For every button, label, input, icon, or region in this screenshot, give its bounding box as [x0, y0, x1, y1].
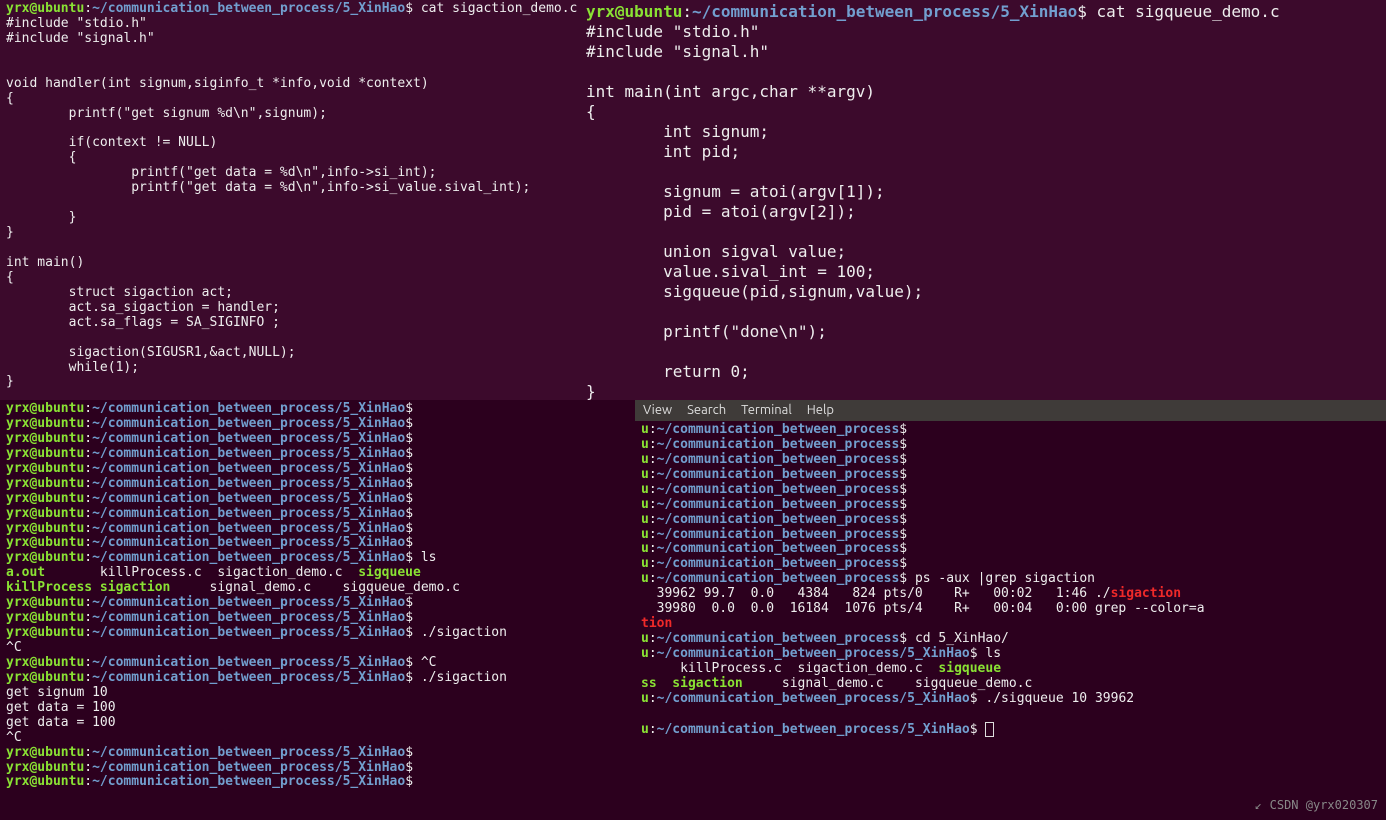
watermark-text: CSDN @yrx020307 — [1270, 798, 1378, 812]
menu-terminal[interactable]: Terminal — [741, 403, 792, 417]
terminal-pane-run-sigaction[interactable]: yrx@ubuntu:~/communication_between_proce… — [0, 400, 635, 820]
command-cat-sigaction: cat sigaction_demo.c — [421, 1, 578, 16]
command-cat-sigqueue: cat sigqueue_demo.c — [1097, 2, 1280, 21]
terminal-menubar[interactable]: View Search Terminal Help — [635, 400, 1386, 421]
prompt-user: yrx@ubuntu — [586, 2, 682, 21]
prompt-path: ~/communication_between_process/5_XinHao — [692, 2, 1077, 21]
terminal-content: yrx@ubuntu:~/communication_between_proce… — [580, 0, 1386, 400]
prompt-path: ~/communication_between_process/5_XinHao — [92, 1, 405, 16]
menu-view[interactable]: View — [643, 403, 672, 417]
menu-help[interactable]: Help — [807, 403, 834, 417]
terminal-content: u:~/communication_between_process$ u:~/c… — [635, 421, 1386, 740]
watermark: ↙ CSDN @yrx020307 — [1255, 799, 1378, 814]
terminal-content: yrx@ubuntu:~/communication_between_proce… — [0, 0, 580, 392]
terminal-pane-run-sigqueue[interactable]: View Search Terminal Help u:~/communicat… — [635, 400, 1386, 820]
terminal-content: yrx@ubuntu:~/communication_between_proce… — [0, 400, 635, 792]
terminal-pane-sigaction-source[interactable]: yrx@ubuntu:~/communication_between_proce… — [0, 0, 580, 400]
prompt-user: yrx@ubuntu — [6, 1, 84, 16]
arrow-icon: ↙ — [1255, 798, 1262, 812]
source-code-sigaction: #include "stdio.h" #include "signal.h" v… — [6, 16, 530, 390]
menu-search[interactable]: Search — [687, 403, 726, 417]
source-code-sigqueue: #include "stdio.h" #include "signal.h" i… — [586, 22, 923, 400]
terminal-pane-sigqueue-source[interactable]: yrx@ubuntu:~/communication_between_proce… — [580, 0, 1386, 400]
